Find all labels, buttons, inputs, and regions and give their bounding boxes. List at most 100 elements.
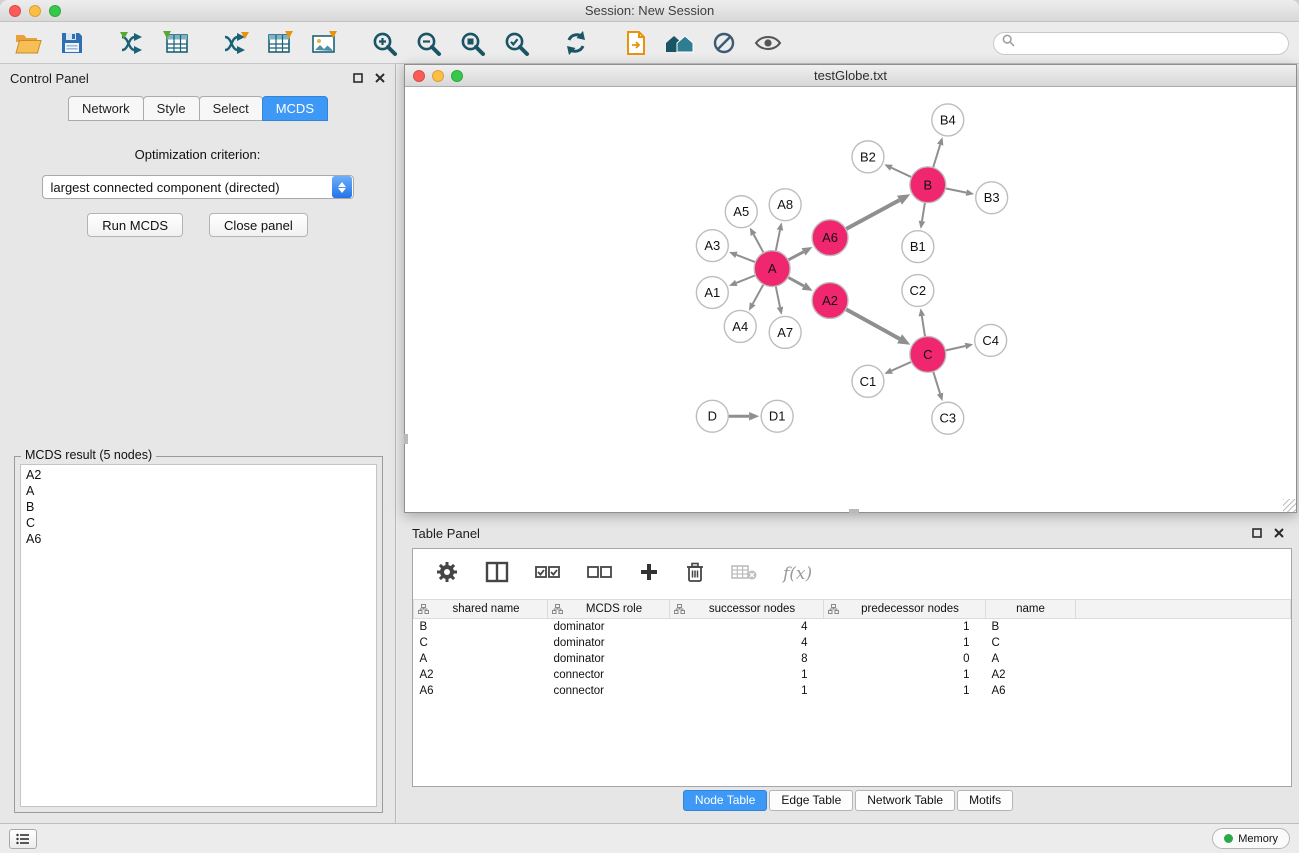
network-edge-A-A2[interactable] [788,277,804,286]
deselect-all-rows-icon[interactable] [587,563,613,586]
network-node-C4[interactable]: C4 [975,324,1007,356]
network-edge-C-C4[interactable] [945,346,965,350]
network-edge-B-B1[interactable] [922,202,925,221]
network-edge-A-A8[interactable] [776,230,780,251]
export-table-icon[interactable] [262,27,298,59]
log-console-button[interactable] [9,829,37,849]
network-node-A8[interactable]: A8 [769,189,801,221]
export-image-icon[interactable] [306,27,342,59]
table-cell[interactable]: dominator [548,651,670,667]
zoom-out-icon[interactable] [410,27,446,59]
network-window-titlebar[interactable]: testGlobe.txt [405,65,1296,87]
refresh-icon[interactable] [558,27,594,59]
close-panel-icon[interactable] [375,71,385,86]
table-cell[interactable]: dominator [548,635,670,651]
table-cell[interactable]: 4 [670,619,824,635]
save-session-icon[interactable] [54,27,90,59]
table-cell[interactable]: 1 [824,619,986,635]
resize-handle-bottom[interactable] [849,509,859,513]
network-node-B4[interactable]: B4 [932,104,964,136]
network-node-B3[interactable]: B3 [976,182,1008,214]
mcds-result-item[interactable]: A2 [26,467,371,483]
network-node-B2[interactable]: B2 [852,141,884,173]
close-panel-button[interactable]: Close panel [209,213,308,237]
first-view-document-icon[interactable] [618,27,654,59]
network-node-B1[interactable]: B1 [902,231,934,263]
memory-button[interactable]: Memory [1212,828,1290,849]
network-close-icon[interactable] [413,70,425,82]
mcds-result-item[interactable]: C [26,515,371,531]
network-node-A2[interactable]: A2 [812,283,848,319]
table-cell[interactable]: 1 [824,667,986,683]
table-cell[interactable]: A [414,651,548,667]
column-header-predecessor-nodes[interactable]: predecessor nodes [824,600,986,619]
table-cell[interactable]: A6 [986,683,1076,699]
table-cell[interactable]: A2 [414,667,548,683]
column-header-shared-name[interactable]: shared name [414,600,548,619]
tab-network[interactable]: Network [68,96,144,121]
mcds-result-item[interactable]: B [26,499,371,515]
column-header-name[interactable]: name [986,600,1076,619]
tab-node-table[interactable]: Node Table [683,790,768,811]
network-edge-A-A6[interactable] [788,252,804,260]
show-hide-eye-icon[interactable] [750,27,786,59]
table-close-panel-icon[interactable] [1274,526,1284,541]
table-row[interactable]: A6connector11A6 [414,683,1291,699]
network-node-C3[interactable]: C3 [932,402,964,434]
table-cell[interactable]: connector [548,667,670,683]
network-node-C[interactable]: C [910,336,946,372]
criterion-dropdown[interactable]: largest connected component (directed) [42,175,354,199]
table-cell[interactable]: B [986,619,1076,635]
export-network-icon[interactable] [218,27,254,59]
import-table-icon[interactable] [158,27,194,59]
tab-mcds[interactable]: MCDS [262,96,328,121]
table-cell[interactable]: connector [548,683,670,699]
select-all-rows-icon[interactable] [535,563,561,586]
network-node-B[interactable]: B [910,167,946,203]
network-edge-A-A5[interactable] [754,234,764,252]
table-cell[interactable]: 4 [670,635,824,651]
mcds-result-item[interactable]: A6 [26,531,371,547]
zoom-fit-icon[interactable] [454,27,490,59]
table-row[interactable]: Cdominator41C [414,635,1291,651]
search-field[interactable] [993,32,1289,55]
table-cell[interactable]: 1 [670,667,824,683]
table-cell[interactable]: A6 [414,683,548,699]
network-node-A4[interactable]: A4 [724,310,756,342]
network-edge-C-C3[interactable] [933,372,940,394]
network-node-A1[interactable]: A1 [696,277,728,309]
table-row[interactable]: Adominator80A [414,651,1291,667]
tab-motifs[interactable]: Motifs [957,790,1013,811]
resize-grip-icon[interactable] [1283,499,1296,512]
open-session-icon[interactable] [10,27,46,59]
table-cell[interactable]: 1 [670,683,824,699]
network-node-A6[interactable]: A6 [812,220,848,256]
network-edge-A-A4[interactable] [753,284,764,304]
tab-network-table[interactable]: Network Table [855,790,955,811]
network-node-D1[interactable]: D1 [761,400,793,432]
home-view-icon[interactable] [662,27,698,59]
table-cell[interactable]: 0 [824,651,986,667]
network-minimize-icon[interactable] [432,70,444,82]
network-edge-C-C1[interactable] [892,362,912,371]
table-row[interactable]: Bdominator41B [414,619,1291,635]
network-node-A3[interactable]: A3 [696,230,728,262]
add-column-icon[interactable] [639,562,659,587]
zoom-selected-icon[interactable] [498,27,534,59]
settings-gear-icon[interactable] [435,560,459,589]
close-window-icon[interactable] [9,5,21,17]
network-canvas[interactable]: B4B2BB3A5A8A6A3B1AC2A1A2A4A7C4CC1DD1C3 [406,88,1295,511]
float-panel-icon[interactable] [353,71,363,86]
network-node-A7[interactable]: A7 [769,316,801,348]
network-edge-A2-C[interactable] [846,309,900,339]
zoom-window-icon[interactable] [49,5,61,17]
table-cell[interactable]: 1 [824,635,986,651]
column-header-mcds-role[interactable]: MCDS role [548,600,670,619]
network-edge-A-A3[interactable] [736,255,755,262]
tab-edge-table[interactable]: Edge Table [769,790,853,811]
network-node-C1[interactable]: C1 [852,365,884,397]
table-cell[interactable]: C [414,635,548,651]
network-edge-B-B3[interactable] [945,188,966,192]
import-network-icon[interactable] [114,27,150,59]
table-float-panel-icon[interactable] [1252,526,1262,541]
